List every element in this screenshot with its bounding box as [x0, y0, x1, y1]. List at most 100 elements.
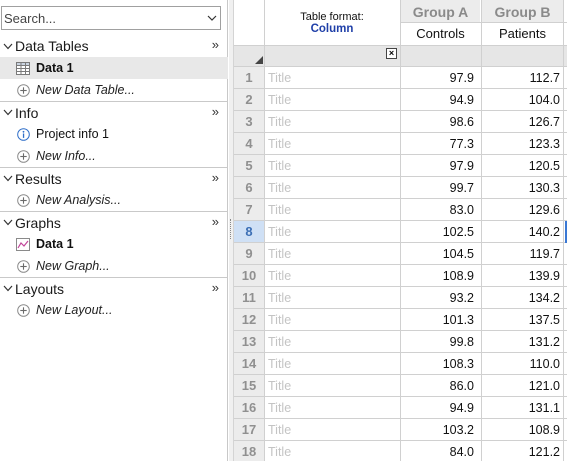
navigator-item[interactable]: New Layout...: [0, 299, 228, 321]
cell-controls[interactable]: 93.2: [400, 287, 478, 309]
row-number[interactable]: 7: [234, 199, 264, 221]
row-title-cell[interactable]: Title: [268, 419, 291, 441]
cell-controls[interactable]: 104.5: [400, 243, 478, 265]
section-header-graphs[interactable]: Graphs »: [0, 211, 228, 233]
cell-patients[interactable]: 120.5: [482, 155, 562, 177]
cell-patients[interactable]: 119.7: [482, 243, 562, 265]
row-number[interactable]: 14: [234, 353, 264, 375]
cell-controls[interactable]: 108.3: [400, 353, 478, 375]
row-number[interactable]: 16: [234, 397, 264, 419]
cell-controls[interactable]: 94.9: [400, 89, 478, 111]
cell-controls[interactable]: 94.9: [400, 397, 478, 419]
navigator-item[interactable]: Data 1: [0, 57, 228, 79]
navigator-item[interactable]: New Data Table...: [0, 79, 228, 101]
column-title-controls[interactable]: Controls: [401, 22, 480, 45]
row-number[interactable]: 10: [234, 265, 264, 287]
navigator-item[interactable]: New Analysis...: [0, 189, 228, 211]
cell-patients[interactable]: 139.9: [482, 265, 562, 287]
cell-controls[interactable]: 108.9: [400, 265, 478, 287]
row-title-cell[interactable]: Title: [268, 309, 291, 331]
cell-controls[interactable]: 103.2: [400, 419, 478, 441]
row-number[interactable]: 18: [234, 441, 264, 461]
row-number[interactable]: 15: [234, 375, 264, 397]
row-title-cell[interactable]: Title: [268, 265, 291, 287]
row-number[interactable]: 12: [234, 309, 264, 331]
cell-controls[interactable]: 97.9: [400, 67, 478, 89]
row-title-cell[interactable]: Title: [268, 133, 291, 155]
close-icon[interactable]: ×: [386, 48, 397, 59]
cell-patients[interactable]: 126.7: [482, 111, 562, 133]
cell-controls[interactable]: 83.0: [400, 199, 478, 221]
row-title-cell[interactable]: Title: [268, 111, 291, 133]
row-title-cell[interactable]: Title: [268, 89, 291, 111]
section-more-button[interactable]: »: [212, 280, 219, 295]
navigator-item[interactable]: Project info 1: [0, 123, 228, 145]
cell-patients[interactable]: 121.2: [482, 441, 562, 461]
cell-controls[interactable]: 84.0: [400, 441, 478, 461]
chevron-down-icon[interactable]: [1, 285, 15, 292]
navigator-item[interactable]: New Graph...: [0, 255, 228, 277]
column-title-patients[interactable]: Patients: [482, 22, 563, 45]
row-title-cell[interactable]: Title: [268, 397, 291, 419]
row-number[interactable]: 2: [234, 89, 264, 111]
search-box[interactable]: [1, 6, 221, 30]
row-number[interactable]: 13: [234, 331, 264, 353]
section-more-button[interactable]: »: [212, 37, 219, 52]
row-title-cell[interactable]: Title: [268, 287, 291, 309]
cell-patients[interactable]: 131.1: [482, 397, 562, 419]
cell-controls[interactable]: 97.9: [400, 155, 478, 177]
row-number[interactable]: 9: [234, 243, 264, 265]
row-number[interactable]: 5: [234, 155, 264, 177]
chevron-down-icon[interactable]: [1, 175, 15, 182]
row-number[interactable]: 4: [234, 133, 264, 155]
row-title-cell[interactable]: Title: [268, 67, 291, 89]
cell-patients[interactable]: 130.3: [482, 177, 562, 199]
row-number[interactable]: 3: [234, 111, 264, 133]
row-title-cell[interactable]: Title: [268, 441, 291, 461]
select-all-corner[interactable]: [255, 56, 263, 64]
cell-controls[interactable]: 99.7: [400, 177, 478, 199]
row-title-cell[interactable]: Title: [268, 199, 291, 221]
section-header-data-tables[interactable]: Data Tables »: [0, 35, 228, 57]
section-more-button[interactable]: »: [212, 104, 219, 119]
cell-patients[interactable]: 140.2: [482, 221, 562, 243]
section-header-info[interactable]: Info »: [0, 101, 228, 123]
chevron-down-icon[interactable]: [1, 43, 15, 50]
section-header-layouts[interactable]: Layouts »: [0, 277, 228, 299]
row-title-cell[interactable]: Title: [268, 243, 291, 265]
row-title-cell[interactable]: Title: [268, 177, 291, 199]
row-title-cell[interactable]: Title: [268, 331, 291, 353]
cell-patients[interactable]: 104.0: [482, 89, 562, 111]
cell-controls[interactable]: 101.3: [400, 309, 478, 331]
cell-controls[interactable]: 86.0: [400, 375, 478, 397]
cell-controls[interactable]: 77.3: [400, 133, 478, 155]
table-format-box[interactable]: Table format: Column: [264, 0, 400, 44]
row-number[interactable]: 17: [234, 419, 264, 441]
section-more-button[interactable]: »: [212, 214, 219, 229]
cell-controls[interactable]: 99.8: [400, 331, 478, 353]
navigator-item[interactable]: New Info...: [0, 145, 228, 167]
cell-patients[interactable]: 137.5: [482, 309, 562, 331]
row-number[interactable]: 1: [234, 67, 264, 89]
cell-patients[interactable]: 129.6: [482, 199, 562, 221]
row-number[interactable]: 8: [234, 221, 264, 243]
table-format-value[interactable]: Column: [264, 23, 400, 35]
chevron-down-icon[interactable]: [1, 109, 15, 116]
group-a-header[interactable]: Group A: [401, 0, 480, 22]
section-more-button[interactable]: »: [212, 170, 219, 185]
navigator-item[interactable]: Data 1: [0, 233, 228, 255]
chevron-down-icon[interactable]: [1, 219, 15, 226]
cell-patients[interactable]: 110.0: [482, 353, 562, 375]
cell-patients[interactable]: 112.7: [482, 67, 562, 89]
cell-patients[interactable]: 134.2: [482, 287, 562, 309]
chevron-down-icon[interactable]: [204, 8, 220, 28]
row-title-cell[interactable]: Title: [268, 155, 291, 177]
row-title-cell[interactable]: Title: [268, 375, 291, 397]
row-title-cell[interactable]: Title: [268, 353, 291, 375]
row-number[interactable]: 6: [234, 177, 264, 199]
group-b-header[interactable]: Group B: [482, 0, 563, 22]
cell-controls[interactable]: 98.6: [400, 111, 478, 133]
section-header-results[interactable]: Results »: [0, 167, 228, 189]
search-input[interactable]: [2, 8, 204, 28]
cell-patients[interactable]: 108.9: [482, 419, 562, 441]
